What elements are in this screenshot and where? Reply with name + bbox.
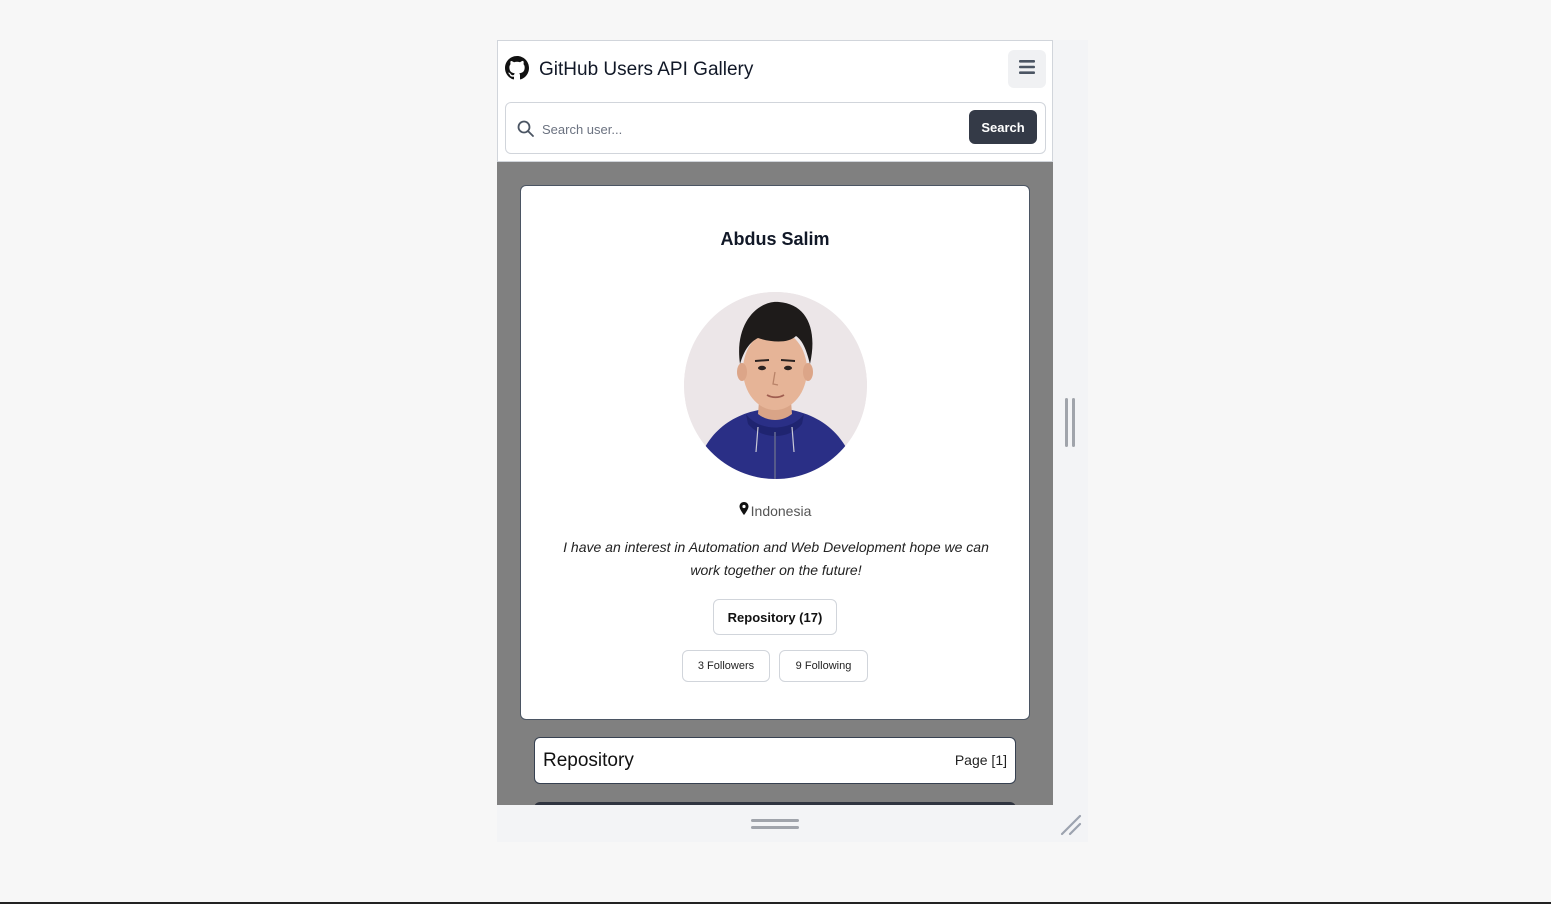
bio-text: I have an interest in Automation and Web…: [563, 539, 989, 578]
search-bar: Search: [505, 102, 1046, 154]
profile-name: Abdus Salim: [720, 229, 830, 249]
app-viewport[interactable]: GitHub Users API Gallery Search user... …: [497, 40, 1053, 805]
brand[interactable]: GitHub Users API Gallery: [505, 55, 754, 85]
app-title: GitHub Users API Gallery: [539, 59, 754, 80]
repository-title: Repository: [543, 750, 634, 771]
followers-button[interactable]: 3 Followers: [682, 650, 770, 682]
navbar: GitHub Users API Gallery Search: [497, 40, 1053, 162]
profile-card: Abdus Salim Indonesia I have an interest…: [520, 185, 1030, 720]
avatar: [684, 292, 867, 479]
corner-resize-icon[interactable]: [1058, 812, 1082, 836]
search-icon: [516, 119, 536, 139]
search-input[interactable]: [542, 115, 962, 143]
hamburger-icon: [1018, 59, 1036, 80]
following-button[interactable]: 9 Following: [779, 650, 868, 682]
page-indicator: Page [1]: [954, 752, 1007, 768]
repository-button[interactable]: Repository (17): [713, 599, 837, 635]
vertical-resize-handle[interactable]: [1064, 398, 1076, 447]
repository-card[interactable]: [534, 802, 1016, 805]
map-pin-icon: [739, 502, 749, 519]
location-text: Indonesia: [750, 502, 812, 519]
github-icon: [505, 55, 529, 85]
search-button[interactable]: Search: [969, 110, 1037, 144]
menu-button[interactable]: [1008, 50, 1046, 88]
location: Indonesia: [521, 502, 1029, 519]
repository-header: Repository Page [1]: [534, 737, 1016, 784]
horizontal-resize-handle[interactable]: [751, 819, 799, 831]
